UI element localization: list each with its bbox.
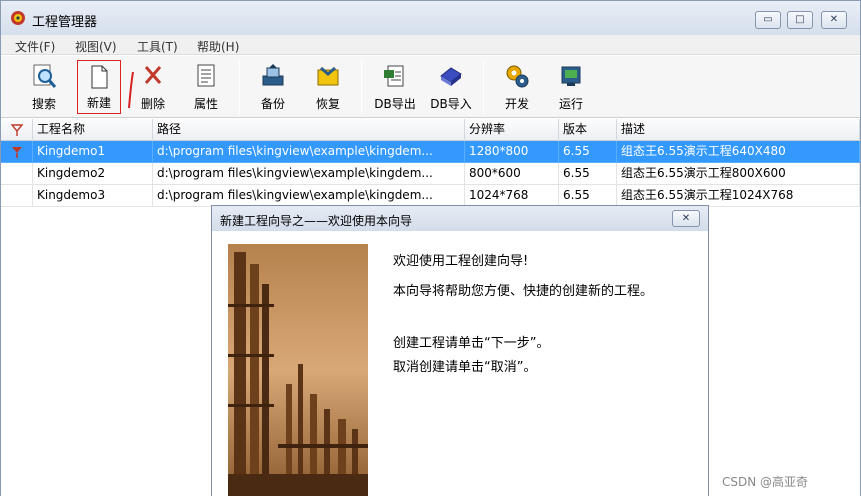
search-icon	[33, 64, 57, 88]
cell-description: 组态王6.55演示工程800X600	[617, 163, 860, 185]
cell-name: Kingdemo3	[33, 185, 153, 207]
cell-path: d:\program files\kingview\example\kingde…	[153, 163, 465, 185]
row-marker-cell	[1, 163, 33, 185]
column-header-resolution[interactable]: 分辨率	[465, 119, 559, 141]
toolbar-separator	[239, 60, 240, 114]
row-marker-cell	[1, 185, 33, 207]
title-bar: 工程管理器 ▭ □ ✕	[1, 1, 860, 35]
db-import-button[interactable]: DB导入	[425, 60, 477, 114]
maximize-button[interactable]: □	[787, 11, 813, 29]
restore-button[interactable]: 恢复	[306, 60, 350, 114]
csdn-watermark: CSDN @高亚奇	[722, 475, 809, 489]
properties-button[interactable]: 属性	[184, 60, 228, 114]
search-label: 搜索	[31, 97, 56, 111]
cell-resolution: 800*600	[465, 163, 559, 185]
db-export-label: DB导出	[374, 97, 416, 111]
search-button[interactable]: 搜索	[22, 60, 66, 114]
table-header: 工程名称 路径 分辨率 版本 描述	[1, 119, 860, 141]
cell-version: 6.55	[559, 141, 617, 163]
app-icon	[11, 11, 25, 25]
cell-description: 组态王6.55演示工程640X480	[617, 141, 860, 163]
develop-button[interactable]: 开发	[495, 60, 539, 114]
menu-file[interactable]: 文件(F)	[15, 38, 55, 55]
selected-row-icon	[11, 147, 22, 158]
run-label: 运行	[558, 97, 583, 111]
project-manager-window: 工程管理器 ▭ □ ✕ 文件(F) 视图(V) 工具(T) 帮助(H) 搜索 新…	[0, 0, 861, 496]
cell-name: Kingdemo2	[33, 163, 153, 185]
dialog-close-button[interactable]: ✕	[672, 210, 700, 227]
wizard-next-hint: 创建工程请单击“下一步”。	[393, 336, 550, 351]
column-header-version[interactable]: 版本	[559, 119, 617, 141]
develop-label: 开发	[504, 97, 529, 111]
table-row[interactable]: Kingdemo3 d:\program files\kingview\exam…	[1, 185, 860, 207]
toolbar-separator	[483, 60, 484, 114]
cell-version: 6.55	[559, 185, 617, 207]
cell-resolution: 1280*800	[465, 141, 559, 163]
dialog-title: 新建工程向导之——欢迎使用本向导	[220, 214, 413, 228]
backup-icon	[262, 64, 284, 86]
toolbar-separator	[361, 60, 362, 114]
wizard-description-text: 本向导将帮助您方便、快捷的创建新的工程。	[393, 284, 654, 299]
delete-button[interactable]: 删除	[131, 60, 175, 114]
new-document-icon	[91, 65, 108, 89]
cell-path: d:\program files\kingview\example\kingde…	[153, 185, 465, 207]
row-marker-cell	[1, 141, 33, 163]
cell-resolution: 1024*768	[465, 185, 559, 207]
column-header-path[interactable]: 路径	[153, 119, 465, 141]
dialog-title-bar: 新建工程向导之——欢迎使用本向导 ✕	[212, 206, 708, 231]
new-project-wizard-dialog: 新建工程向导之——欢迎使用本向导 ✕ 欢迎使用工程创建向导! 本向导将帮助您方便…	[211, 205, 709, 496]
restore-icon	[317, 66, 339, 86]
properties-label: 属性	[193, 97, 218, 111]
wizard-cancel-hint: 取消创建请单击“取消”。	[393, 360, 537, 375]
backup-label: 备份	[260, 97, 285, 111]
db-import-icon	[440, 67, 462, 86]
table-row[interactable]: Kingdemo2 d:\program files\kingview\exam…	[1, 163, 860, 185]
properties-icon	[197, 64, 215, 87]
restore-label: 恢复	[315, 97, 340, 111]
toolbar: 搜索 新建 删除 属性 备份 恢复 DB导出 DB导入 开发 运行	[1, 56, 860, 118]
minimize-button[interactable]: ▭	[755, 11, 781, 29]
menu-tools[interactable]: 工具(T)	[137, 38, 178, 55]
run-icon	[561, 66, 581, 86]
cell-name: Kingdemo1	[33, 141, 153, 163]
db-import-label: DB导入	[430, 97, 472, 111]
wizard-welcome-text: 欢迎使用工程创建向导!	[393, 254, 529, 269]
menu-help[interactable]: 帮助(H)	[197, 38, 239, 55]
refinery-illustration	[228, 244, 368, 496]
db-export-icon	[384, 65, 404, 87]
backup-button[interactable]: 备份	[251, 60, 295, 114]
develop-icon	[506, 65, 529, 88]
table-row[interactable]: Kingdemo1 d:\program files\kingview\exam…	[1, 141, 860, 163]
close-button[interactable]: ✕	[821, 11, 847, 29]
cell-path: d:\program files\kingview\example\kingde…	[153, 141, 465, 163]
db-export-button[interactable]: DB导出	[369, 60, 421, 114]
column-header-name[interactable]: 工程名称	[33, 119, 153, 141]
filter-icon	[10, 124, 23, 136]
column-header-description[interactable]: 描述	[617, 119, 860, 141]
cell-description: 组态王6.55演示工程1024X768	[617, 185, 860, 207]
menu-view[interactable]: 视图(V)	[75, 38, 117, 55]
cell-version: 6.55	[559, 163, 617, 185]
header-marker-cell	[1, 119, 33, 141]
delete-icon	[144, 66, 162, 84]
new-button[interactable]: 新建	[77, 60, 121, 114]
new-label: 新建	[86, 96, 111, 110]
run-button[interactable]: 运行	[549, 60, 593, 114]
delete-label: 删除	[140, 97, 165, 111]
window-title: 工程管理器	[32, 15, 98, 30]
menu-bar: 文件(F) 视图(V) 工具(T) 帮助(H)	[1, 35, 860, 55]
